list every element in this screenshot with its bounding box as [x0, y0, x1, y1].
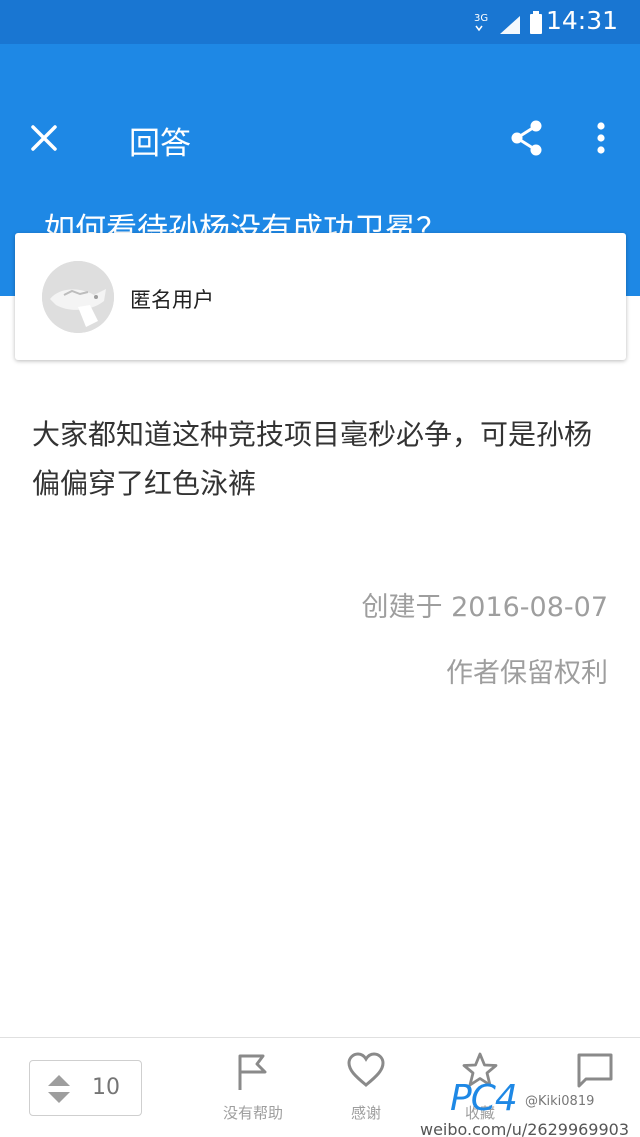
share-button[interactable]: [505, 116, 549, 160]
watermark-url: weibo.com/u/2629969903: [420, 1120, 630, 1137]
author-name: 匿名用户: [130, 288, 214, 312]
heart-icon: [347, 1052, 385, 1087]
network-type: 3G: [474, 13, 488, 24]
more-options-button[interactable]: [581, 116, 621, 160]
vote-button[interactable]: 10: [29, 1060, 142, 1116]
author-card[interactable]: 匿名用户: [15, 233, 626, 360]
status-time: 14:31: [545, 6, 618, 35]
watermark-logo: PC4: [450, 1078, 518, 1119]
close-icon: [31, 125, 57, 151]
answer-body: 大家都知道这种竞技项目毫秒必争，可是孙杨偏偏穿了红色泳裤: [32, 418, 593, 500]
flag-icon: [238, 1054, 267, 1090]
vote-arrows-icon: [48, 1075, 70, 1103]
share-icon: [511, 120, 542, 156]
network-signal-battery-icon: 3G: [474, 11, 542, 34]
app-title: 回答: [129, 126, 191, 162]
anonymous-avatar-icon: [42, 261, 114, 333]
copyright-notice: 作者保留权利: [446, 658, 608, 689]
not-helpful-button[interactable]: 没有帮助: [208, 1052, 298, 1123]
vote-count: 10: [92, 1075, 120, 1100]
watermark-handle: @Kiki0819: [525, 1094, 595, 1109]
thanks-button[interactable]: 感谢: [321, 1052, 411, 1123]
thanks-label: 感谢: [350, 1104, 381, 1122]
close-button[interactable]: [22, 116, 66, 160]
status-bar: 3G 14:31: [0, 0, 640, 44]
created-date: 创建于 2016-08-07: [361, 592, 609, 623]
avatar: [42, 261, 114, 333]
not-helpful-label: 没有帮助: [222, 1104, 283, 1122]
watermark: PC4 @Kiki0819 weibo.com/u/2629969903: [420, 1078, 640, 1137]
more-vert-icon: [597, 122, 605, 154]
